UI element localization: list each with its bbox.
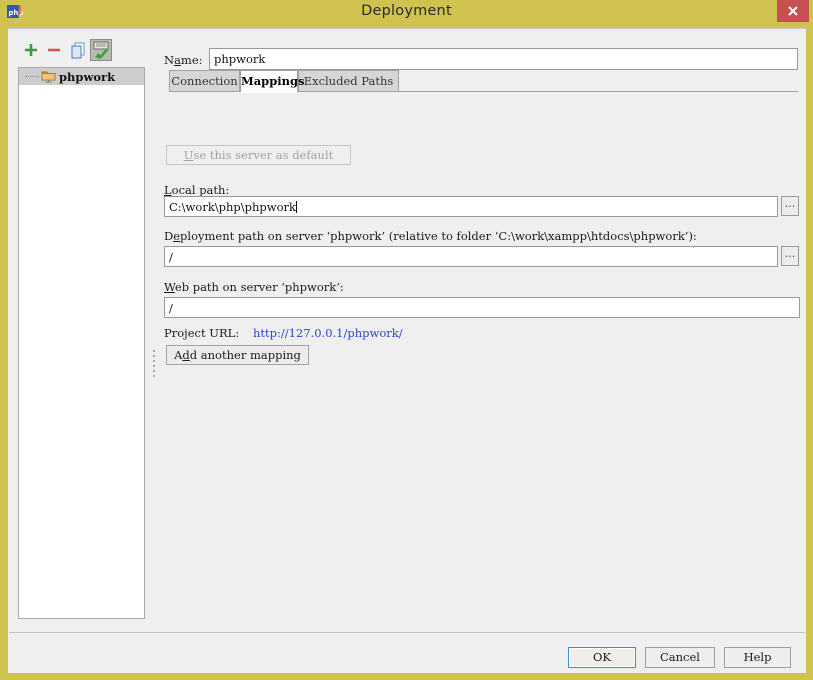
dialog-footer: OK Cancel Help [0,640,813,668]
local-path-browse-button[interactable]: ... [781,196,799,216]
deployment-path-value: / [169,250,173,264]
window-titlebar: php Deployment [0,0,813,28]
deployment-path-label: Deployment path on server ‘phpwork’ (rel… [164,229,697,243]
local-path-value: C:\work\php\phpwork [169,200,297,214]
remove-server-button[interactable] [43,39,65,61]
server-folder-icon [41,69,56,89]
deployment-path-browse-button[interactable]: ... [781,246,799,266]
use-as-default-toggle-button[interactable] [90,39,112,61]
project-url-label: Project URL: [164,326,240,340]
web-path-input[interactable]: / [164,297,800,318]
tree-connector-line [25,76,39,77]
add-server-button[interactable] [20,39,42,61]
deployment-path-label-rest: ployment path on server ‘phpwork’ (relat… [180,229,697,243]
web-path-label: Web path on server ‘phpwork’: [164,280,344,294]
add-another-mapping-button[interactable]: Add another mapping [166,345,309,365]
web-path-label-rest: eb path on server ‘phpwork’: [174,280,344,294]
tab-mappings[interactable]: Mappings [240,70,305,91]
server-list-toolbar [20,37,150,63]
deployment-path-input[interactable]: / [164,246,778,267]
local-path-input[interactable]: C:\work\php\phpwork [164,196,778,217]
close-icon[interactable] [777,0,809,22]
tab-connection[interactable]: Connection [169,70,240,91]
tab-excluded-paths[interactable]: Excluded Paths [298,70,399,91]
web-path-value: / [169,301,173,315]
name-label: Name: [164,53,203,67]
name-input[interactable]: phpwork [209,48,798,70]
project-url-link[interactable]: http://127.0.0.1/phpwork/ [253,326,403,340]
name-input-value: phpwork [214,52,266,66]
copy-server-button[interactable] [67,39,89,61]
help-button[interactable]: Help [724,647,791,668]
window-title: Deployment [361,3,452,19]
cancel-button[interactable]: Cancel [645,647,715,668]
dialog-body: phpwork Name: phpwork Connection Mapping… [8,28,806,673]
use-this-server-as-default-button[interactable]: Use this server as default [166,145,351,165]
ok-button[interactable]: OK [568,647,636,668]
mapping-form: Name: phpwork Connection Mappings Exclud… [158,37,800,617]
server-list-panel[interactable]: phpwork [18,67,145,619]
text-caret [296,201,298,213]
footer-separator [9,632,805,633]
local-path-label: Local path: [164,183,230,197]
panel-splitter[interactable] [151,347,157,377]
tree-item-phpwork[interactable]: phpwork [19,68,144,85]
tabstrip: Connection Mappings Excluded Paths [169,70,798,92]
tree-item-label: phpwork [59,70,116,84]
tab-active-cover [241,91,297,93]
